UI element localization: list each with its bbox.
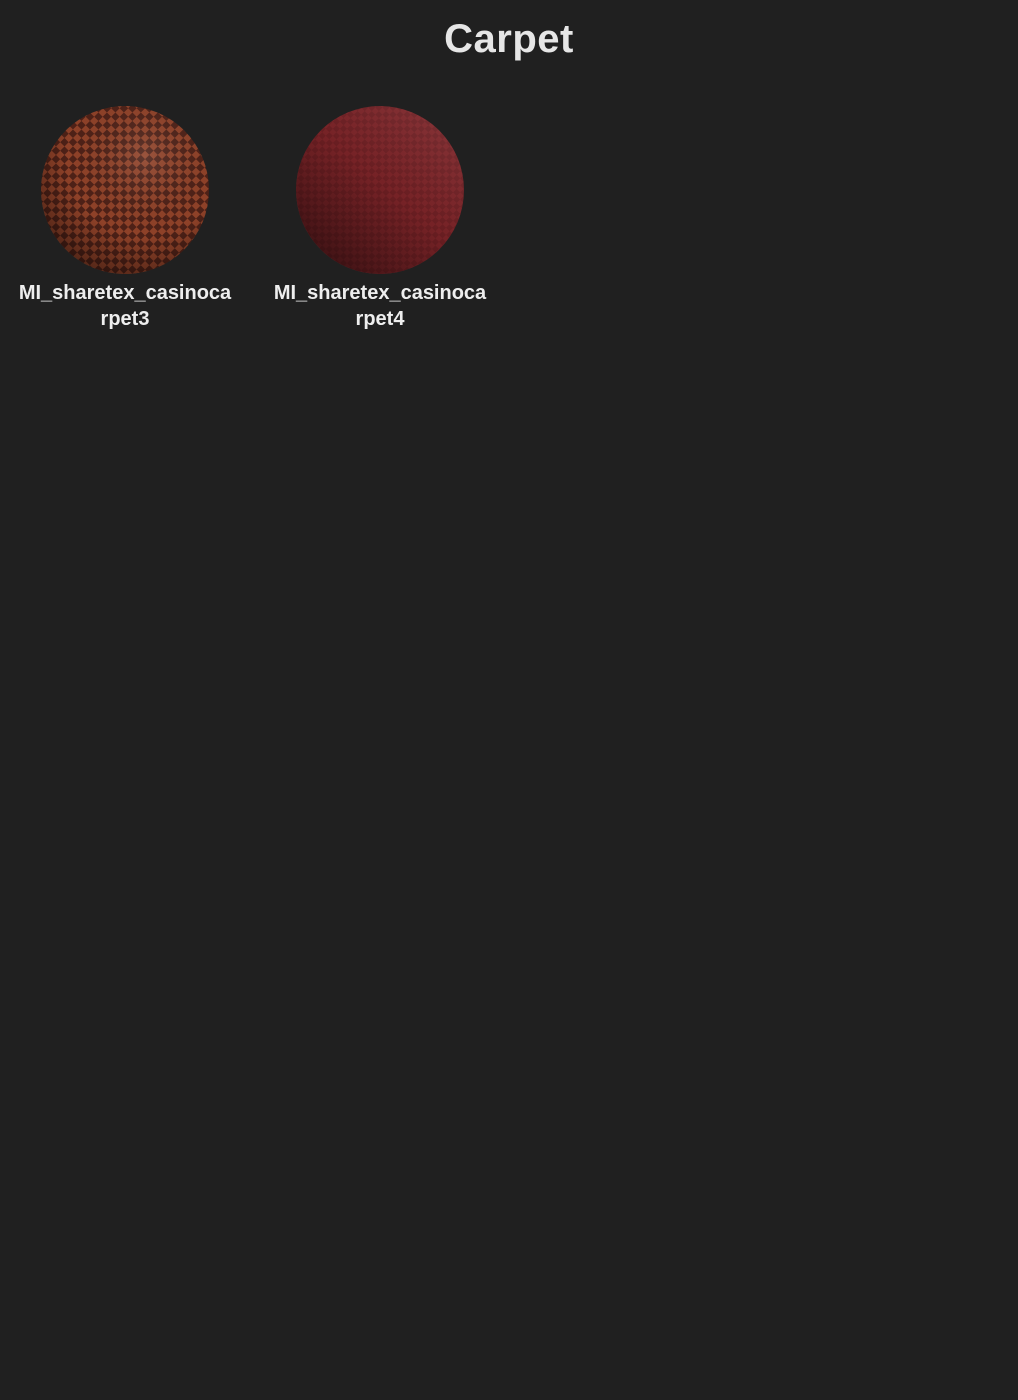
material-label: MI_sharetex_casinoca rpet4 bbox=[273, 282, 487, 330]
material-tile-casinocarpet3[interactable]: MI_sharetex_casinoca rpet3 bbox=[10, 104, 240, 332]
material-preview-sphere bbox=[39, 104, 211, 276]
page-title: Carpet bbox=[444, 17, 574, 61]
material-label: MI_sharetex_casinoca rpet3 bbox=[18, 282, 232, 330]
sphere-icon bbox=[296, 106, 464, 274]
checker-sphere-icon bbox=[41, 106, 209, 274]
material-tile-casinocarpet4[interactable]: MI_sharetex_casinoca rpet4 bbox=[265, 104, 495, 332]
material-preview-sphere bbox=[294, 104, 466, 276]
